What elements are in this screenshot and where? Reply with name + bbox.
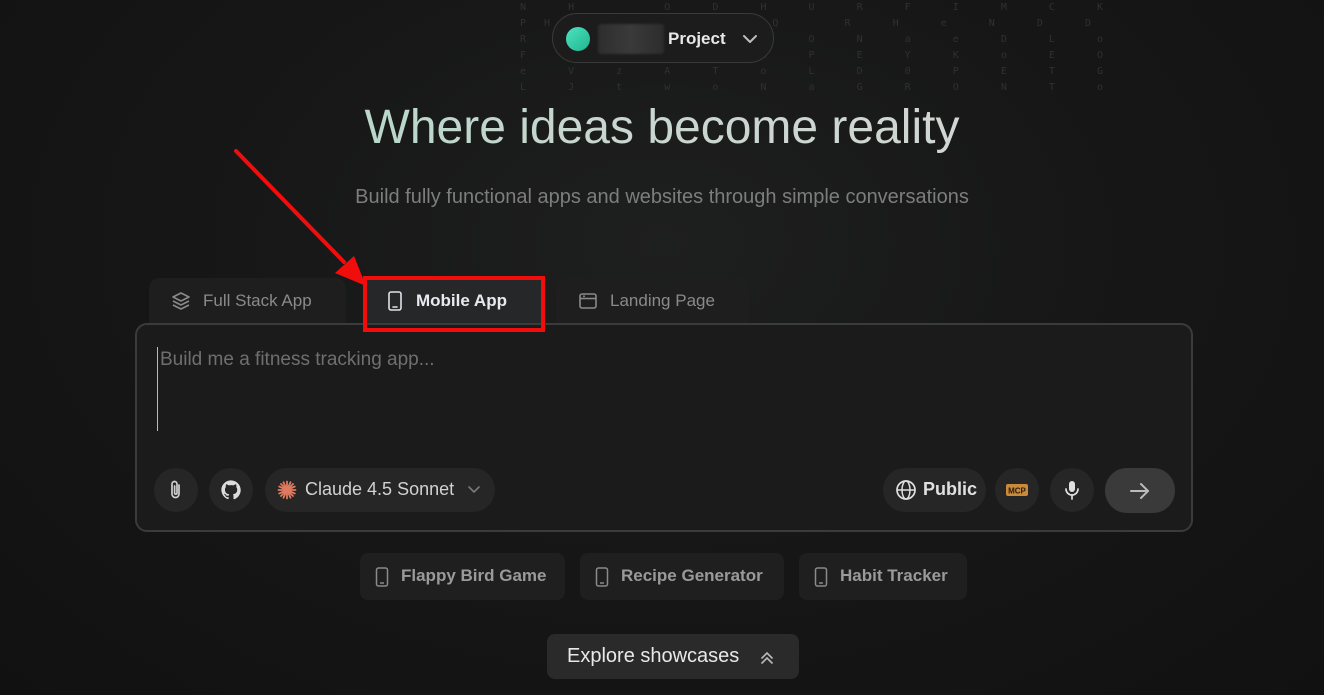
arrow-right-icon [1130,482,1149,499]
prompt-input[interactable] [157,347,1162,431]
tab-label: Mobile App [416,291,507,310]
project-label: Project [668,29,726,48]
chevrons-up-icon [761,651,773,664]
visibility-toggle[interactable]: Public [883,468,986,512]
phone-icon [375,567,389,587]
suggestion-chip-habit-tracker[interactable]: Habit Tracker [799,553,967,600]
claude-spark-icon [277,480,297,500]
paperclip-icon [171,480,180,499]
phone-icon [814,567,828,587]
attach-button[interactable] [154,468,198,512]
tab-label: Full Stack App [203,291,312,310]
page-title: Where ideas become reality [0,100,1324,155]
project-avatar [566,27,590,51]
page-subtitle: Build fully functional apps and websites… [355,186,969,208]
globe-icon [896,480,916,500]
prompt-panel: Claude 4.5 Sonnet Public MCP [135,323,1193,532]
voice-input-button[interactable] [1050,468,1094,512]
explore-label: Explore showcases [567,645,740,667]
phone-icon [595,567,609,587]
suggestion-label: Flappy Bird Game [401,566,547,585]
project-selector[interactable]: Project [552,13,774,63]
visibility-label: Public [923,479,978,499]
model-label: Claude 4.5 Sonnet [305,479,455,499]
phone-icon [388,291,402,311]
github-icon [221,480,241,500]
chevron-down-icon [743,35,757,43]
tab-label: Landing Page [610,291,715,310]
suggestion-label: Habit Tracker [840,566,948,585]
layers-icon [172,292,190,310]
microphone-icon [1065,481,1079,500]
suggestion-chip-flappy-bird[interactable]: Flappy Bird Game [360,553,565,600]
suggestion-label: Recipe Generator [621,566,763,585]
github-button[interactable] [209,468,253,512]
tab-landing-page[interactable]: Landing Page [556,278,749,324]
mcp-label: MCP [1008,487,1026,496]
page: N H O D H U R F I M C K P H R T U Q Q R … [0,0,1324,695]
mcp-icon: MCP [1006,484,1028,496]
mcp-button[interactable]: MCP [995,468,1039,512]
model-selector[interactable]: Claude 4.5 Sonnet [265,468,495,512]
send-button[interactable] [1105,468,1175,513]
browser-window-icon [579,293,597,309]
chevron-down-icon [468,486,480,494]
suggestion-chip-recipe-generator[interactable]: Recipe Generator [580,553,784,600]
tab-full-stack-app[interactable]: Full Stack App [149,278,346,324]
explore-showcases-button[interactable]: Explore showcases [547,634,799,679]
tab-mobile-app[interactable]: Mobile App [364,278,544,324]
project-name-redacted [598,24,664,54]
